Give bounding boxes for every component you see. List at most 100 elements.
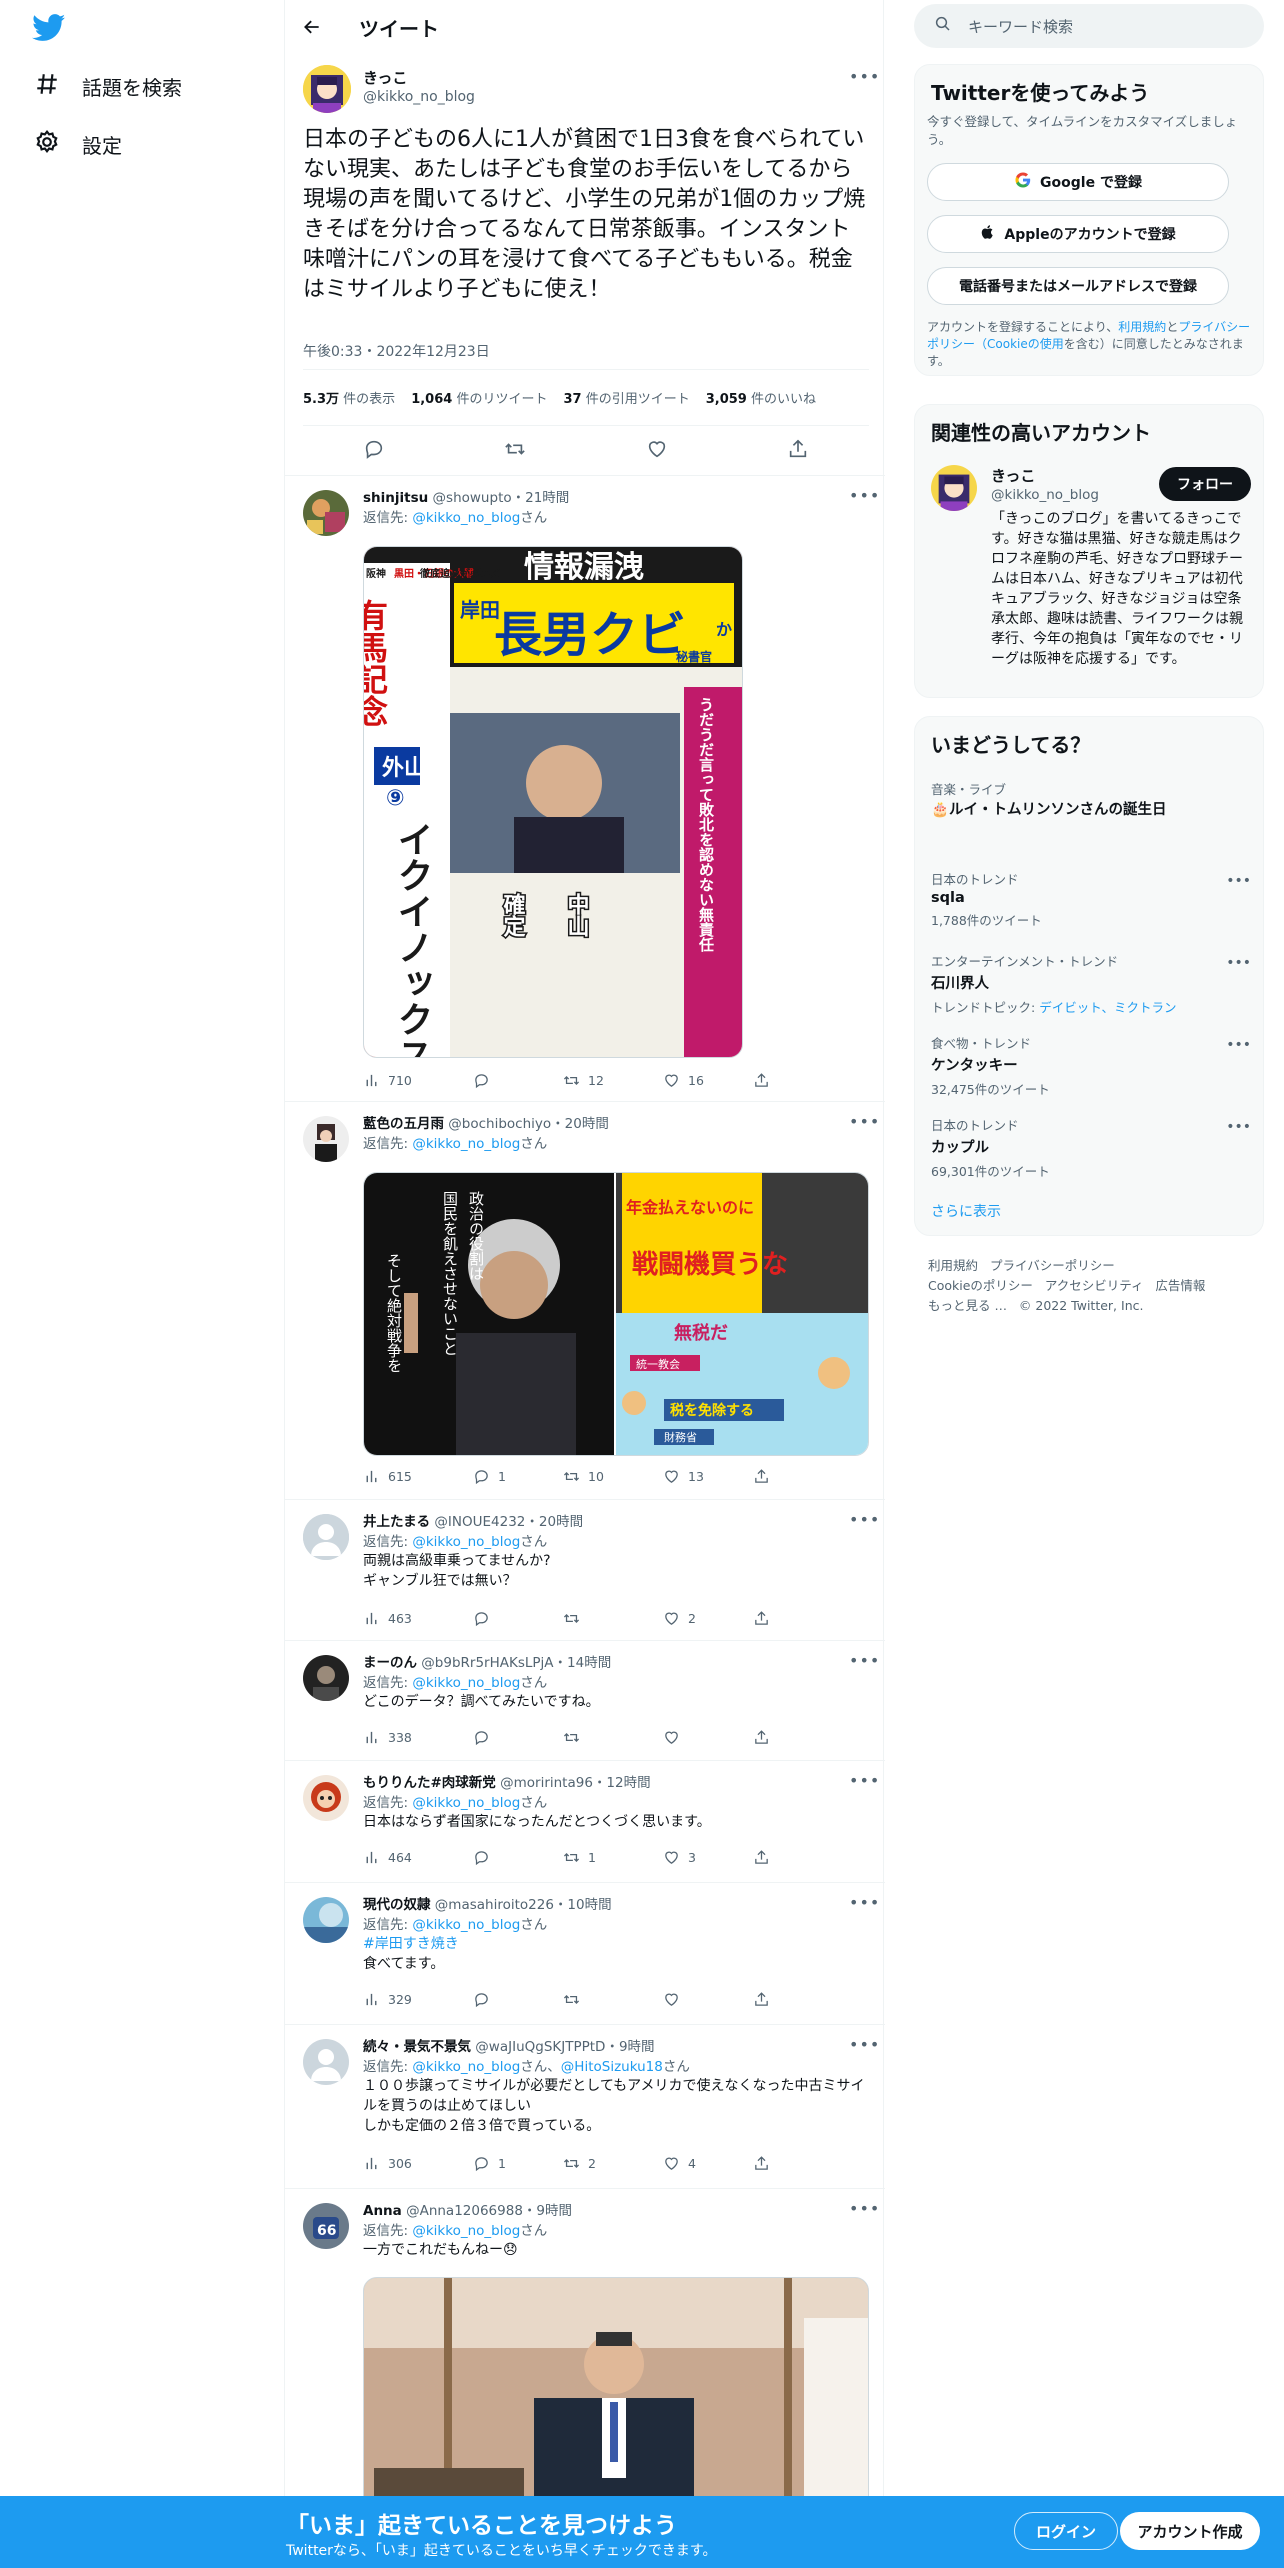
reply-tweet[interactable]: 現代の奴隷 @masahiroito226・10時間 ••• 返信先: @kik… <box>285 1883 885 2025</box>
nav-explore[interactable]: 話題を検索 <box>34 66 182 106</box>
reply-action[interactable]: 1 <box>473 1468 506 1485</box>
retweet-action[interactable] <box>563 1610 588 1627</box>
google-signup-button[interactable]: Google で登録 <box>927 163 1229 201</box>
trend-item[interactable]: 食べ物・トレンド ケンタッキー 32,475件のツイート ••• <box>931 1033 1251 1098</box>
reply-tweet[interactable]: 続々・景気不景気 @waJIuQgSKJTPPtD・9時間 ••• 返信先: @… <box>285 2025 885 2189</box>
retweet-action[interactable]: 2 <box>563 2155 596 2172</box>
reply-to-link[interactable]: @kikko_no_blog <box>412 2223 520 2239</box>
tweet-timestamp[interactable]: 午後0:33・2022年12月23日 <box>303 341 490 361</box>
related-name[interactable]: きっこ <box>991 465 1035 486</box>
more-icon[interactable]: ••• <box>849 1112 880 1131</box>
login-button[interactable]: ログイン <box>1014 2512 1118 2550</box>
reply-author[interactable]: 井上たまる @INOUE4232・20時間 <box>363 1510 583 1530</box>
reply-author[interactable]: もりりんた#肉球新党 @moririnta96・12時間 <box>363 1771 651 1791</box>
related-handle[interactable]: @kikko_no_blog <box>991 487 1099 503</box>
reply-hashtag[interactable]: #岸田すき焼き <box>363 1934 869 1954</box>
footer-terms[interactable]: 利用規約 <box>928 1258 978 1273</box>
back-arrow-icon[interactable] <box>297 12 327 42</box>
reply-author[interactable]: まーのん @b9bRr5rHAKsLPjA・14時間 <box>363 1651 611 1671</box>
apple-signup-button[interactable]: Appleのアカウントで登録 <box>927 215 1229 253</box>
retweet-action[interactable] <box>563 1991 588 2008</box>
like-action[interactable] <box>663 1729 688 1746</box>
more-icon[interactable]: ••• <box>1226 873 1251 889</box>
share-icon[interactable] <box>753 1468 770 1485</box>
default-avatar-icon[interactable] <box>303 1514 349 1560</box>
reply-tweet[interactable]: まーのん @b9bRr5rHAKsLPjA・14時間 ••• 返信先: @kik… <box>285 1641 885 1761</box>
phone-email-signup-button[interactable]: 電話番号またはメールアドレスで登録 <box>927 267 1229 305</box>
views-action[interactable]: 615 <box>363 1468 412 1485</box>
reply-to-link[interactable]: @kikko_no_blog <box>412 1534 520 1550</box>
share-icon[interactable] <box>753 1849 770 1866</box>
reply-author[interactable]: 続々・景気不景気 @waJIuQgSKJTPPtD・9時間 <box>363 2035 655 2055</box>
retweet-action[interactable]: 1 <box>563 1849 596 1866</box>
cookie-link[interactable]: （Cookieの使用 <box>975 337 1064 351</box>
footer-cookie[interactable]: Cookieのポリシー <box>928 1278 1033 1293</box>
reply-author[interactable]: 藍色の五月雨 @bochibochiyo・20時間 <box>363 1112 609 1132</box>
views-stat[interactable]: 5.3万 件の表示 <box>303 388 395 407</box>
default-avatar-icon[interactable] <box>303 2039 349 2085</box>
trend-item[interactable]: 日本のトレンド カップル 69,301件のツイート ••• <box>931 1115 1251 1180</box>
author-name[interactable]: きっこ <box>363 67 407 88</box>
author-handle[interactable]: @kikko_no_blog <box>363 89 475 105</box>
more-icon[interactable]: ••• <box>1226 955 1251 971</box>
footer-privacy[interactable]: プライバシーポリシー <box>990 1258 1115 1273</box>
more-icon[interactable]: ••• <box>1226 1119 1251 1135</box>
quotes-stat[interactable]: 37 件の引用ツイート <box>563 388 689 407</box>
like-action[interactable]: 16 <box>663 1072 704 1089</box>
footer-more[interactable]: もっと見る … <box>928 1298 1007 1313</box>
retweet-action[interactable]: 10 <box>563 1468 604 1485</box>
like-action[interactable]: 3 <box>663 1849 696 1866</box>
footer-ads[interactable]: 広告情報 <box>1155 1278 1205 1293</box>
more-icon[interactable]: ••• <box>1226 1037 1251 1053</box>
reply-tweet[interactable]: もりりんた#肉球新党 @moririnta96・12時間 ••• 返信先: @k… <box>285 1761 885 1883</box>
tweet-image[interactable]: 情報漏洩 岸田 長男クビ か 秘書官 阪神 黒田・日銀の大罪 徹底追及が必要だ … <box>363 546 743 1058</box>
reply-to-link[interactable]: @kikko_no_blog <box>412 1136 520 1152</box>
more-icon[interactable]: ••• <box>849 486 880 505</box>
views-action[interactable]: 463 <box>363 1610 412 1627</box>
reply-action[interactable] <box>473 1849 498 1866</box>
avatar[interactable]: 66 <box>303 2203 349 2249</box>
reply-to-link-2[interactable]: @HitoSizuku18 <box>561 2059 663 2075</box>
avatar[interactable] <box>931 465 977 511</box>
avatar[interactable] <box>303 1655 349 1701</box>
views-action[interactable]: 306 <box>363 2155 412 2172</box>
more-icon[interactable]: ••• <box>849 1893 880 1912</box>
reply-icon[interactable] <box>363 438 385 464</box>
more-icon[interactable]: ••• <box>849 2035 880 2054</box>
tweet-image[interactable] <box>363 2277 869 2517</box>
show-more-link[interactable]: さらに表示 <box>931 1201 1001 1221</box>
share-icon[interactable] <box>753 1610 770 1627</box>
reply-action[interactable]: 1 <box>473 2155 506 2172</box>
retweet-action[interactable]: 12 <box>563 1072 604 1089</box>
reply-action[interactable] <box>473 1610 498 1627</box>
trend-topic-links[interactable]: デイビット、ミクトラン <box>1039 1000 1176 1015</box>
trend-item[interactable]: 日本のトレンド sqla 1,788件のツイート ••• <box>931 869 1251 929</box>
avatar[interactable] <box>303 1897 349 1943</box>
reply-tweet[interactable]: 井上たまる @INOUE4232・20時間 ••• 返信先: @kikko_no… <box>285 1500 885 1641</box>
more-icon[interactable]: ••• <box>849 67 880 86</box>
nav-settings[interactable]: 設定 <box>34 124 122 164</box>
views-action[interactable]: 464 <box>363 1849 412 1866</box>
avatar[interactable] <box>303 65 351 113</box>
trend-item[interactable]: エンターテインメント・トレンド 石川界人 トレンドトピック: デイビット、ミクト… <box>931 951 1251 1016</box>
reply-to-link[interactable]: @kikko_no_blog <box>412 2059 520 2075</box>
heart-icon[interactable] <box>646 438 668 464</box>
reply-tweet[interactable]: 藍色の五月雨 @bochibochiyo・20時間 ••• 返信先: @kikk… <box>285 1102 885 1500</box>
views-action[interactable]: 710 <box>363 1072 412 1089</box>
views-action[interactable]: 338 <box>363 1729 412 1746</box>
more-icon[interactable]: ••• <box>849 1651 880 1670</box>
reply-to-link[interactable]: @kikko_no_blog <box>412 1795 520 1811</box>
like-action[interactable] <box>663 1991 688 2008</box>
footer-accessibility[interactable]: アクセシビリティ <box>1045 1278 1144 1293</box>
like-action[interactable]: 13 <box>663 1468 704 1485</box>
reply-to-link[interactable]: @kikko_no_blog <box>412 1917 520 1933</box>
avatar[interactable] <box>303 490 349 536</box>
reply-author[interactable]: Anna @Anna12066988・9時間 <box>363 2199 572 2219</box>
signup-button[interactable]: アカウント作成 <box>1120 2512 1260 2550</box>
retweet-icon[interactable] <box>504 438 526 464</box>
tweet-image[interactable]: 政治の役割は 国民を飢えさせないこと そして絶対戦争を 年金払えないのに 戦闘機… <box>363 1172 869 1456</box>
like-action[interactable]: 2 <box>663 1610 696 1627</box>
reply-author[interactable]: 現代の奴隷 @masahiroito226・10時間 <box>363 1893 612 1913</box>
more-icon[interactable]: ••• <box>849 1510 880 1529</box>
avatar[interactable] <box>303 1116 349 1162</box>
